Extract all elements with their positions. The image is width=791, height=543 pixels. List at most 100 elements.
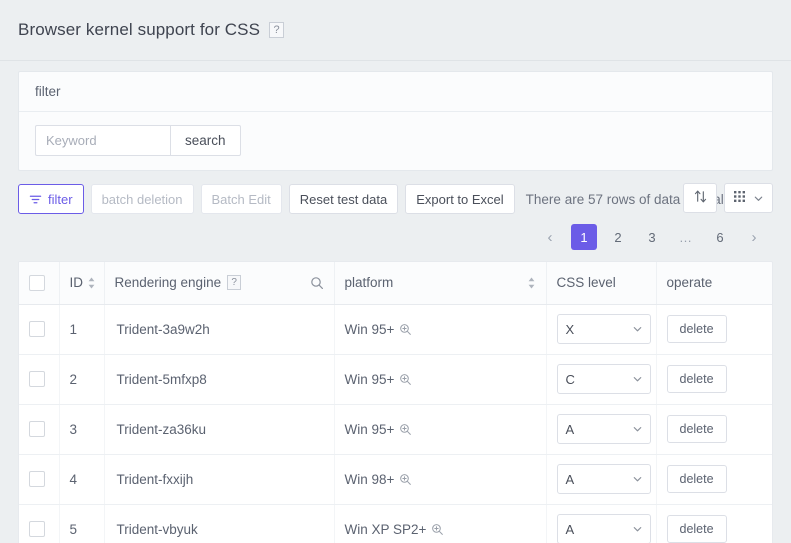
header-select-all <box>19 262 59 304</box>
css-level-select[interactable]: X <box>557 314 651 344</box>
zoom-in-icon[interactable] <box>399 323 412 336</box>
row-checkbox[interactable] <box>29 321 45 337</box>
css-level-value: A <box>566 422 575 437</box>
header-operate: operate <box>656 262 773 304</box>
header-rendering-engine-label: Rendering engine <box>115 275 222 290</box>
keyword-input[interactable] <box>35 125 170 156</box>
css-level-select[interactable]: C <box>557 364 651 394</box>
reset-test-data-button[interactable]: Reset test data <box>289 184 398 214</box>
rendering-engine-search-icon[interactable] <box>310 276 324 290</box>
row-platform-cell: Win 95+ <box>334 404 546 454</box>
delete-button[interactable]: delete <box>667 365 727 393</box>
row-operate-cell: delete <box>656 304 773 354</box>
pagination-page-2[interactable]: 2 <box>605 224 631 250</box>
table-row: 5Trident-vbyukWin XP SP2+Adelete <box>19 504 773 543</box>
row-operate-cell: delete <box>656 454 773 504</box>
chevron-down-icon <box>632 524 643 535</box>
pagination: ‹ 1 2 3 … 6 › <box>18 221 773 253</box>
header-platform-label: platform <box>345 275 394 290</box>
chevron-down-icon <box>632 424 643 435</box>
row-select-cell <box>19 454 59 504</box>
chevron-down-icon <box>632 474 643 485</box>
header-rendering-engine: Rendering engine ? <box>104 262 334 304</box>
platform-sort-arrows-icon[interactable] <box>527 276 536 290</box>
grid-icon <box>733 190 747 207</box>
zoom-in-icon[interactable] <box>431 523 444 536</box>
row-css-level-cell: X <box>546 304 656 354</box>
filter-button[interactable]: filter <box>18 184 84 214</box>
page-header: Browser kernel support for CSS ? <box>0 0 791 61</box>
page-title-help-icon[interactable]: ? <box>269 22 284 38</box>
table-header-row: ID Rendering e <box>19 262 773 304</box>
sort-arrows-icon[interactable] <box>87 276 96 290</box>
row-platform-label: Win XP SP2+ <box>345 522 427 537</box>
rendering-engine-help-icon[interactable]: ? <box>227 275 241 290</box>
row-platform-label: Win 95+ <box>345 422 395 437</box>
row-checkbox[interactable] <box>29 371 45 387</box>
delete-button[interactable]: delete <box>667 315 727 343</box>
css-level-select[interactable]: A <box>557 514 651 543</box>
pagination-ellipsis: … <box>673 224 699 250</box>
row-engine-cell: Trident-5mfxp8 <box>104 354 334 404</box>
pagination-page-3[interactable]: 3 <box>639 224 665 250</box>
row-checkbox[interactable] <box>29 521 45 537</box>
select-all-checkbox[interactable] <box>29 275 45 291</box>
row-id-cell: 3 <box>59 404 104 454</box>
row-select-cell <box>19 354 59 404</box>
row-css-level-cell: C <box>546 354 656 404</box>
pagination-page-1[interactable]: 1 <box>571 224 597 250</box>
css-level-select[interactable]: A <box>557 464 651 494</box>
row-engine-cell: Trident-3a9w2h <box>104 304 334 354</box>
css-level-value: A <box>566 472 575 487</box>
sort-icon <box>693 189 708 207</box>
row-select-cell <box>19 404 59 454</box>
table-row: 2Trident-5mfxp8 Win 95+ Cdelete <box>19 354 773 404</box>
css-level-select[interactable]: A <box>557 414 651 444</box>
search-button[interactable]: search <box>170 125 241 156</box>
css-level-value: A <box>566 522 575 537</box>
pagination-next[interactable]: › <box>741 224 767 250</box>
toolbar: filter batch deletion Batch Edit Reset t… <box>18 183 773 215</box>
zoom-in-icon[interactable] <box>399 473 412 486</box>
delete-button[interactable]: delete <box>667 465 727 493</box>
row-checkbox[interactable] <box>29 421 45 437</box>
pagination-prev[interactable]: ‹ <box>537 224 563 250</box>
column-settings-button[interactable] <box>724 183 773 213</box>
row-platform-label: Win 95+ <box>345 322 395 337</box>
row-css-level-cell: A <box>546 454 656 504</box>
row-platform-cell: Win 95+ <box>334 304 546 354</box>
chevron-down-icon <box>753 193 764 204</box>
css-level-value: C <box>566 372 575 387</box>
batch-deletion-button[interactable]: batch deletion <box>91 184 194 214</box>
filter-button-label: filter <box>48 192 73 207</box>
header-platform[interactable]: platform <box>334 262 546 304</box>
row-platform-label: Win 95+ <box>345 372 395 387</box>
export-to-excel-button[interactable]: Export to Excel <box>405 184 514 214</box>
row-css-level-cell: A <box>546 504 656 543</box>
pagination-page-6[interactable]: 6 <box>707 224 733 250</box>
row-checkbox[interactable] <box>29 471 45 487</box>
row-platform-cell: Win 98+ <box>334 454 546 504</box>
delete-button[interactable]: delete <box>667 415 727 443</box>
delete-button[interactable]: delete <box>667 515 727 543</box>
batch-edit-button[interactable]: Batch Edit <box>201 184 282 214</box>
zoom-in-icon[interactable] <box>399 373 412 386</box>
zoom-in-icon[interactable] <box>399 423 412 436</box>
row-id-cell: 2 <box>59 354 104 404</box>
toolbar-right-actions <box>676 183 773 213</box>
row-operate-cell: delete <box>656 404 773 454</box>
table-row: 1Trident-3a9w2hWin 95+Xdelete <box>19 304 773 354</box>
sort-button[interactable] <box>683 183 717 213</box>
row-engine-cell: Trident-vbyuk <box>104 504 334 543</box>
page-title: Browser kernel support for CSS <box>18 20 260 40</box>
row-platform-cell: Win 95+ <box>334 354 546 404</box>
row-engine-cell: Trident-fxxijh <box>104 454 334 504</box>
filter-icon <box>29 193 42 206</box>
row-operate-cell: delete <box>656 504 773 543</box>
header-css-level: CSS level <box>546 262 656 304</box>
row-select-cell <box>19 304 59 354</box>
chevron-down-icon <box>632 324 643 335</box>
row-css-level-cell: A <box>546 404 656 454</box>
header-id[interactable]: ID <box>59 262 104 304</box>
row-engine-cell: Trident-za36ku <box>104 404 334 454</box>
